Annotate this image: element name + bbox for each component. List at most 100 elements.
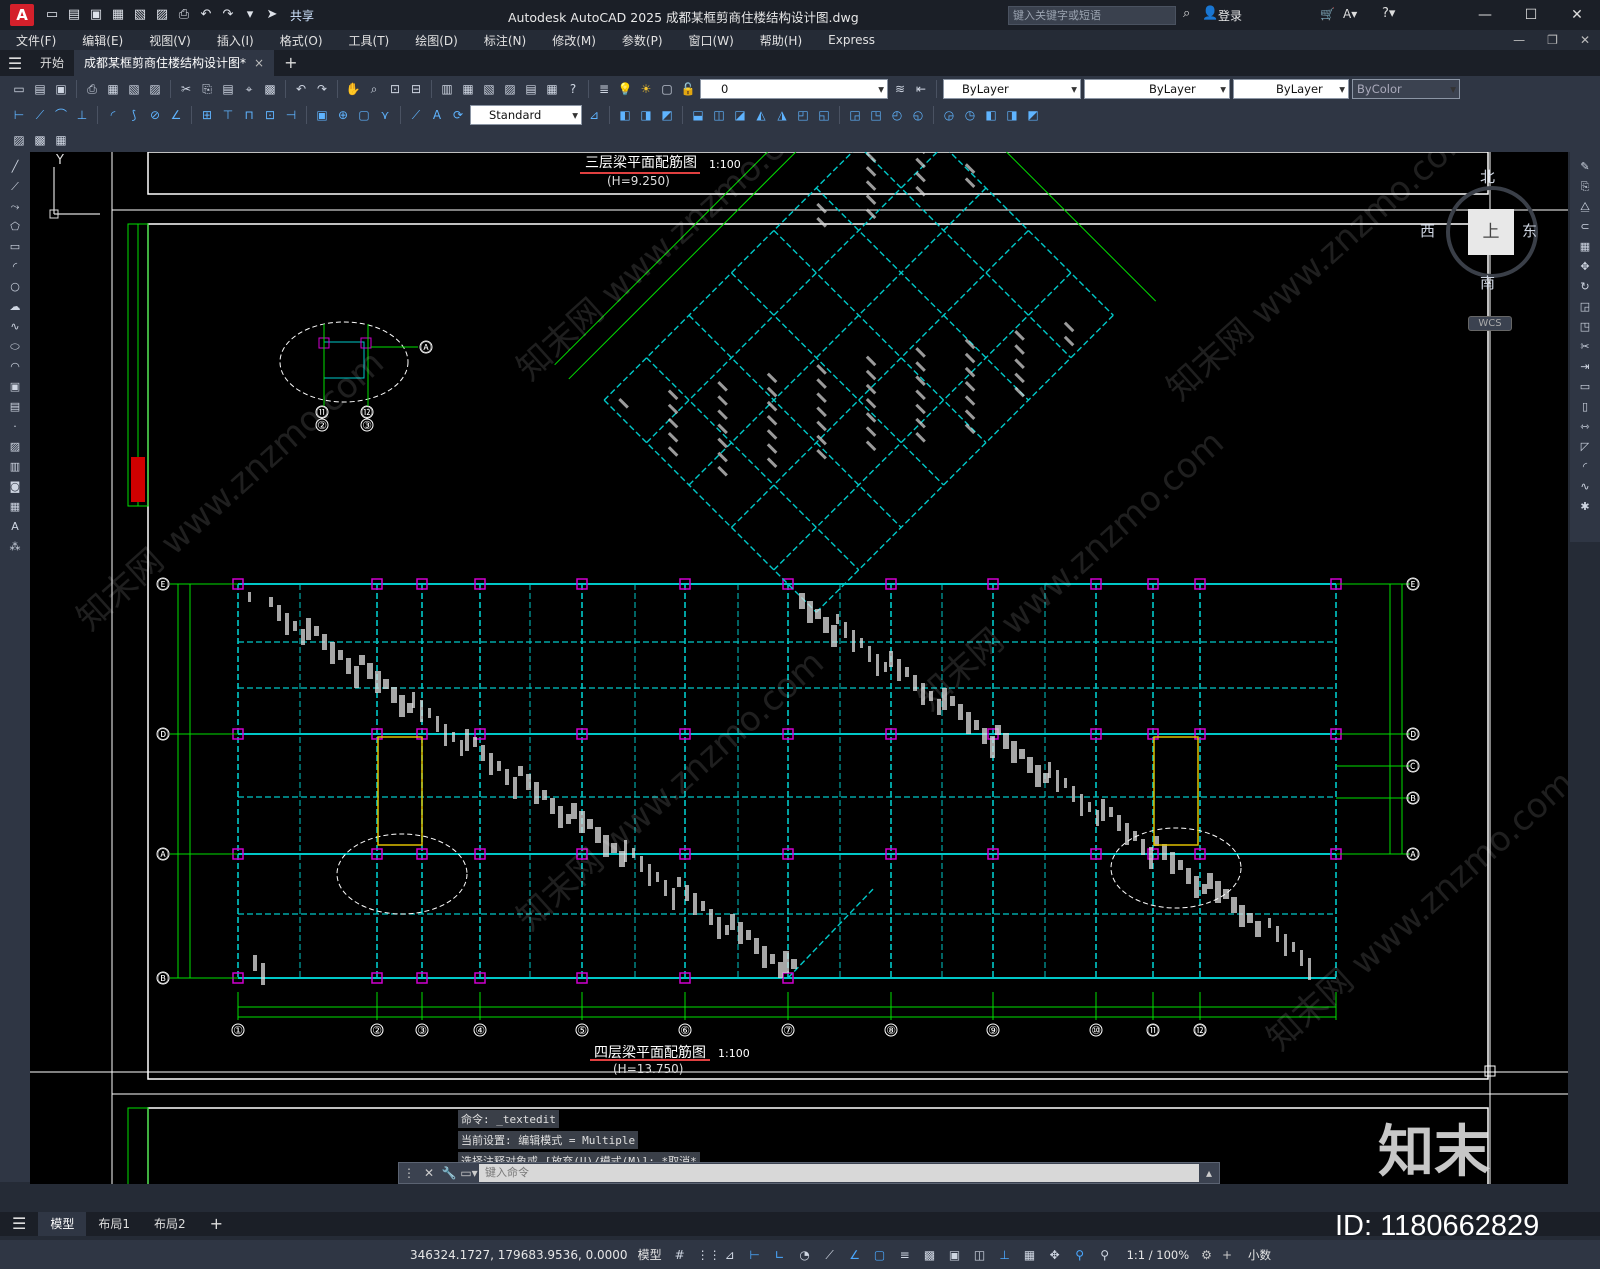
drawing-canvas[interactable]: ① ② ③ ④ ⑤ ⑥ ⑦ ⑧ ⑨ ⑩ ⑪ ⑫ Ⓔ Ⓓ Ⓐ Ⓑ Ⓔ Ⓓ Ⓒ Ⓑ Ⓐ Ⓐ ⑪ ② ⑫ ③ 知末网 www.znzmo… — [30, 152, 1568, 1184]
menu-edit[interactable]: 编辑(E) — [82, 32, 123, 49]
ordinate-dim-icon[interactable]: ⊥ — [73, 106, 91, 124]
inspection-icon[interactable]: ▢ — [355, 106, 373, 124]
zoom-realtime-icon[interactable]: ⌕ — [365, 80, 383, 98]
copy-icon[interactable]: ⎘ — [198, 80, 216, 98]
dim-space-icon[interactable]: ⊡ — [261, 106, 279, 124]
image-icon[interactable]: ▩ — [31, 131, 49, 149]
menu-express[interactable]: Express — [828, 33, 875, 47]
open-folder-icon[interactable]: ▤ — [66, 7, 82, 23]
layers-stack-icon[interactable]: ▦ — [52, 131, 70, 149]
wcs-menu[interactable]: WCS — [1468, 316, 1512, 331]
doc-restore-icon[interactable]: ❐ — [1547, 30, 1558, 50]
help-icon[interactable]: ? — [564, 80, 582, 98]
union-icon[interactable]: ◪ — [731, 106, 749, 124]
undo-icon[interactable]: ↶ — [198, 7, 214, 23]
autocad-logo[interactable]: A — [10, 4, 34, 26]
save-icon[interactable]: ▣ — [88, 7, 104, 23]
tab-layout1[interactable]: 布局1 — [86, 1212, 142, 1236]
compass-west[interactable]: 西 — [1420, 220, 1435, 241]
design-center-icon[interactable]: ▦ — [459, 80, 477, 98]
infer-constraints-icon[interactable]: ⊿ — [722, 1247, 738, 1263]
layout-menu-icon[interactable]: ☰ — [0, 1212, 38, 1236]
selection-cycling-icon[interactable]: ▣ — [947, 1247, 963, 1263]
region-icon[interactable]: ◙ — [6, 478, 24, 495]
maximize-icon[interactable]: ☐ — [1508, 0, 1554, 30]
3d-array-icon[interactable]: ◩ — [1024, 106, 1042, 124]
menu-view[interactable]: 视图(V) — [149, 32, 191, 49]
insert-block-icon[interactable]: ▣ — [6, 378, 24, 395]
search-input[interactable]: 键入关键字或短语 — [1008, 6, 1176, 25]
menu-draw[interactable]: 绘图(D) — [415, 32, 458, 49]
angular-dim-icon[interactable]: ∠ — [167, 106, 185, 124]
annotation-scale[interactable]: 1:1 / 100% — [1127, 1248, 1190, 1262]
3d-rotate-icon[interactable]: ◷ — [961, 106, 979, 124]
annotation-visibility-icon[interactable]: ⚲ — [1072, 1247, 1088, 1263]
linear-dim-icon[interactable]: ⊢ — [10, 106, 28, 124]
point-icon[interactable]: · — [6, 418, 24, 435]
grid-icon[interactable]: # — [672, 1247, 688, 1263]
doc-minimize-icon[interactable]: — — [1513, 30, 1525, 50]
dim-break-icon[interactable]: ⊣ — [282, 106, 300, 124]
minimize-icon[interactable]: — — [1462, 0, 1508, 30]
new-icon[interactable]: ▭ — [10, 80, 28, 98]
menu-tools[interactable]: 工具(T) — [349, 32, 390, 49]
units-dropdown[interactable]: 小数 — [1248, 1247, 1271, 1263]
offset-icon[interactable]: ⊂ — [1576, 218, 1594, 235]
3d-print-icon[interactable]: ▨ — [146, 80, 164, 98]
radius-dim-icon[interactable]: ◜ — [104, 106, 122, 124]
match-properties-icon[interactable]: ⌖ — [240, 80, 258, 98]
jogged-dim-icon[interactable]: ⟆ — [125, 106, 143, 124]
cart-icon[interactable]: 🛒 — [1320, 7, 1335, 21]
layer-properties-icon[interactable]: ≣ — [595, 80, 613, 98]
close-icon[interactable]: ✕ — [1554, 0, 1600, 30]
tab-start[interactable]: 开始 — [30, 50, 74, 76]
viewcube-top-face[interactable]: 上 — [1468, 209, 1514, 255]
copy-object-icon[interactable]: ⎘ — [1576, 178, 1594, 195]
add-layout-icon[interactable]: + — [198, 1212, 235, 1236]
ellipse-arc-icon[interactable]: ◠ — [6, 358, 24, 375]
layer-on-icon[interactable]: 💡 — [616, 80, 634, 98]
command-history-toggle-icon[interactable]: ▴ — [1199, 1166, 1219, 1180]
material-icon[interactable]: ◵ — [909, 106, 927, 124]
light-icon[interactable]: ◴ — [888, 106, 906, 124]
erase-icon[interactable]: ✎ — [1576, 158, 1594, 175]
chamfer-icon[interactable]: ◸ — [1576, 438, 1594, 455]
new-file-icon[interactable]: ▭ — [44, 7, 60, 23]
menu-help[interactable]: 帮助(H) — [760, 32, 802, 49]
menu-file[interactable]: 文件(F) — [16, 32, 56, 49]
box-icon[interactable]: ◧ — [616, 106, 634, 124]
command-input[interactable]: 键入命令 — [479, 1164, 1199, 1182]
lineweight-icon[interactable]: ≡ — [897, 1247, 913, 1263]
rotate-icon[interactable]: ↻ — [1576, 278, 1594, 295]
login-button[interactable]: 登录 — [1218, 7, 1242, 24]
calculator-icon[interactable]: ▦ — [543, 80, 561, 98]
compass-south[interactable]: 南 — [1480, 272, 1495, 293]
subtract-icon[interactable]: ◭ — [752, 106, 770, 124]
tolerance-icon[interactable]: ▣ — [313, 106, 331, 124]
hamburger-menu-icon[interactable]: ☰ — [0, 54, 30, 73]
command-prompt-icon[interactable]: ▭▾ — [459, 1166, 479, 1180]
rectangle-icon[interactable]: ▭ — [6, 238, 24, 255]
publish-icon[interactable]: ▧ — [132, 7, 148, 23]
undo-icon[interactable]: ↶ — [292, 80, 310, 98]
baseline-dim-icon[interactable]: ⊤ — [219, 106, 237, 124]
extend-icon[interactable]: ⇥ — [1576, 358, 1594, 375]
selection-filter-icon[interactable]: ▦ — [1022, 1247, 1038, 1263]
photo-icon[interactable]: ▨ — [10, 131, 28, 149]
tab-layout2[interactable]: 布局2 — [142, 1212, 198, 1236]
section-icon[interactable]: ◱ — [815, 106, 833, 124]
menu-insert[interactable]: 插入(I) — [217, 32, 254, 49]
mtext-icon[interactable]: A — [6, 518, 24, 535]
doc-close-icon[interactable]: ✕ — [1580, 30, 1590, 50]
layer-dropdown[interactable]: 0 — [700, 79, 888, 99]
pan-icon[interactable]: ✋ — [344, 80, 362, 98]
fillet-icon[interactable]: ◜ — [1576, 458, 1594, 475]
plot-icon[interactable]: ▨ — [154, 7, 170, 23]
line-icon[interactable]: ╱ — [6, 158, 24, 175]
dim-edit-icon[interactable]: ⟋ — [407, 106, 425, 124]
object-snap-tracking-icon[interactable]: ∠ — [847, 1247, 863, 1263]
break-icon[interactable]: ▯ — [1576, 398, 1594, 415]
print-icon[interactable]: ⎙ — [176, 7, 192, 23]
redo-icon[interactable]: ↷ — [313, 80, 331, 98]
spline-icon[interactable]: ∿ — [6, 318, 24, 335]
